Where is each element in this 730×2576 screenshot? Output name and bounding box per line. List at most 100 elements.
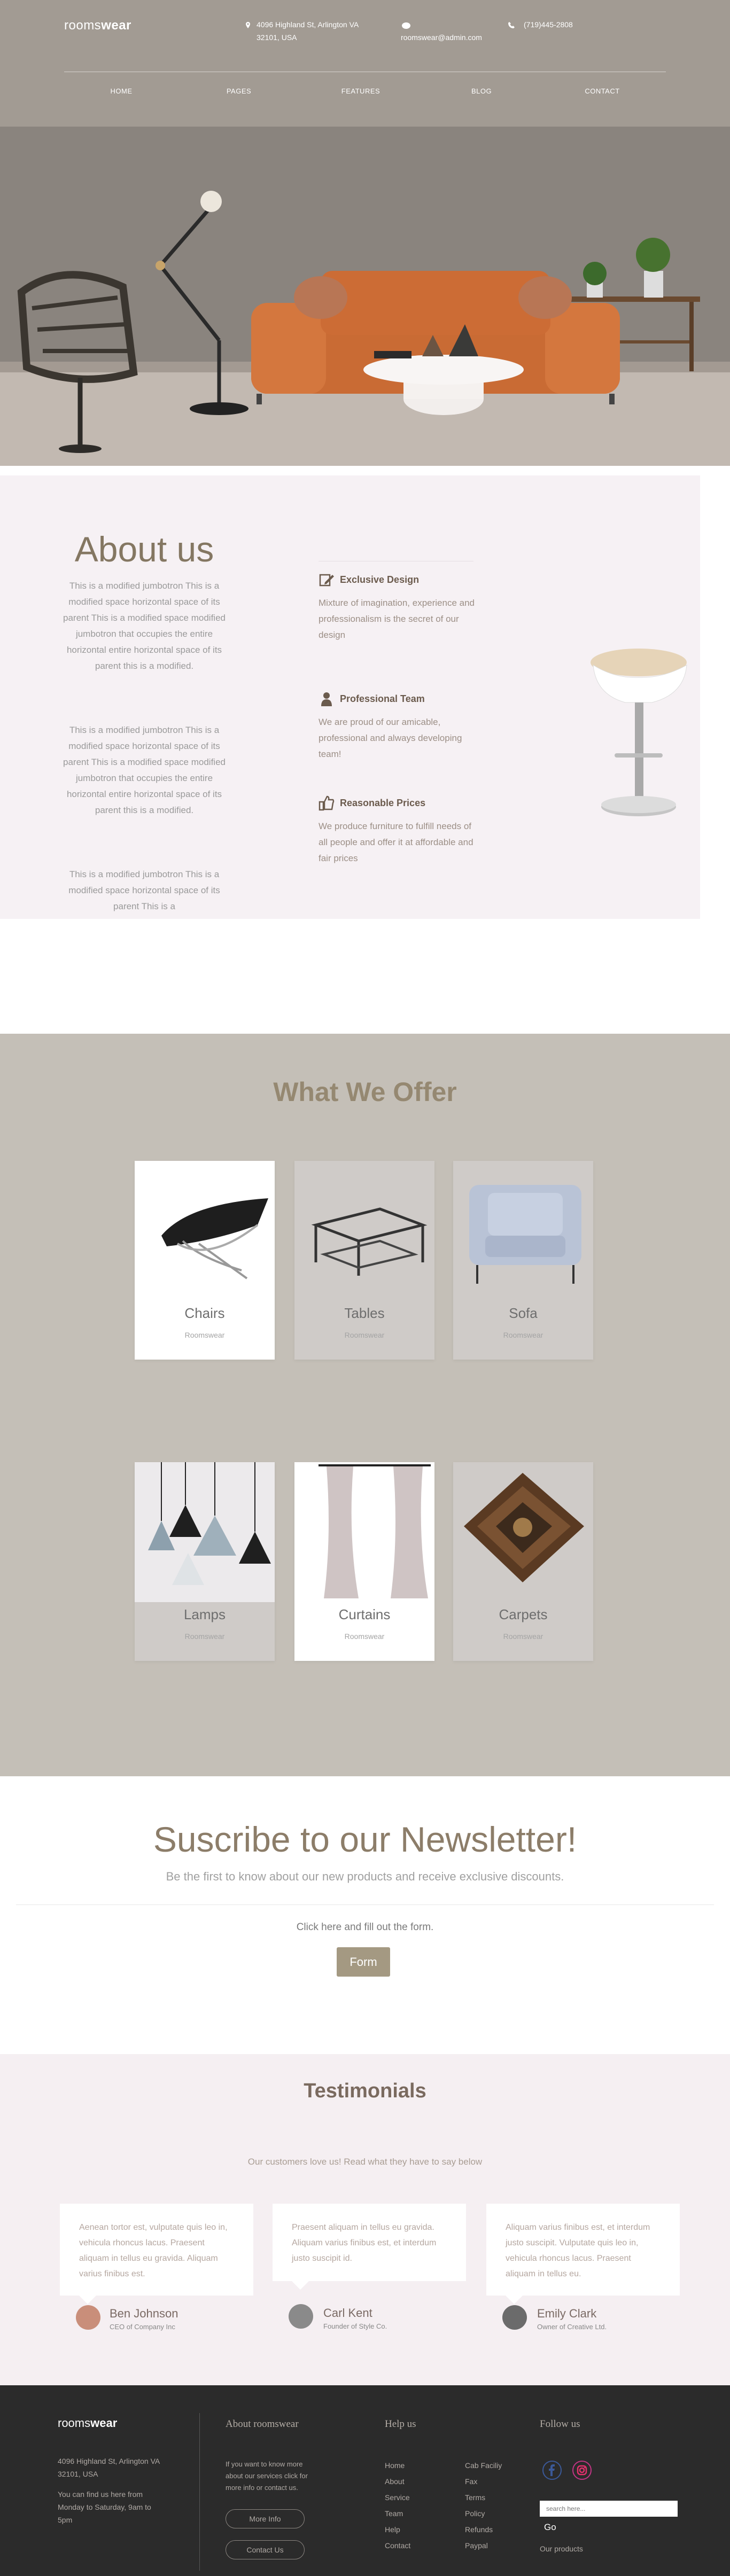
testimonials-section: Testimonials Our customers love us! Read… [0, 2054, 730, 2385]
table-icon [294, 1161, 434, 1301]
site-header: roomswear 4096 Highland St, Arlington VA… [0, 0, 730, 127]
footer-link-team[interactable]: Team [385, 2509, 403, 2518]
header-phone[interactable]: (719)445-2808 [524, 18, 573, 31]
footer-hours: You can find us here from Monday to Satu… [58, 2490, 151, 2524]
about-paragraph-1: This is a modified jumbotron This is a m… [63, 581, 226, 671]
footer-link-refunds[interactable]: Refunds [465, 2525, 493, 2534]
site-footer: roomswear 4096 Highland St, Arlington VA… [0, 2385, 730, 2576]
footer-follow-heading: Follow us [540, 2418, 580, 2430]
card-lamps[interactable]: Lamps Roomswear [135, 1462, 275, 1661]
card-sofa[interactable]: Sofa Roomswear [453, 1161, 593, 1360]
footer-about-heading: About roomswear [226, 2418, 299, 2430]
card-title: Sofa [509, 1305, 538, 1321]
footer-help-heading: Help us [385, 2418, 416, 2430]
card-title: Chairs [184, 1305, 225, 1321]
address-line-1: 4096 Highland St, Arlington VA [257, 20, 359, 29]
footer-search-input[interactable] [540, 2501, 678, 2517]
card-curtains[interactable]: Curtains Roomswear [294, 1462, 434, 1661]
nav-pages[interactable]: PAGES [207, 87, 271, 95]
lamp-icon [135, 1462, 275, 1602]
facebook-icon[interactable] [542, 2460, 562, 2480]
testimonial-name: Emily Clark [537, 2307, 597, 2320]
feature-exclusive-design: Exclusive Design Mixture of imagination,… [319, 572, 479, 643]
logo-light: rooms [58, 2416, 91, 2430]
instagram-icon[interactable] [572, 2460, 592, 2480]
feature-text: We produce furniture to fulfill needs of… [319, 821, 473, 863]
feature-title: Professional Team [340, 693, 425, 704]
footer-link-service[interactable]: Service [385, 2493, 410, 2502]
feature-text: We are proud of our amicable, profession… [319, 717, 462, 759]
card-subtitle: Roomswear [503, 1632, 543, 1641]
nav-home[interactable]: HOME [89, 87, 153, 95]
feature-professional-team: Professional Team We are proud of our am… [319, 691, 479, 762]
footer-link-about[interactable]: About [385, 2477, 405, 2486]
footer-address: 4096 Highland St, Arlington VA 32101, US… [58, 2457, 160, 2478]
nav-blog[interactable]: BLOG [449, 87, 514, 95]
footer-link-help[interactable]: Help [385, 2525, 400, 2534]
footer-link-home[interactable]: Home [385, 2461, 405, 2470]
logo-bold: wear [90, 2416, 118, 2430]
testimonial-role: Founder of Style Co. [323, 2322, 387, 2330]
logo-bold: wear [101, 18, 131, 33]
form-button[interactable]: Form [337, 1947, 390, 1977]
hero-banner [0, 127, 730, 466]
footer-search-go-button[interactable]: Go [544, 2522, 556, 2533]
testimonial-role: CEO of Company Inc [110, 2323, 175, 2331]
about-paragraph-3: This is a modified jumbotron This is a m… [68, 869, 220, 911]
footer-link-terms[interactable]: Terms [465, 2493, 485, 2502]
testimonial-role: Owner of Creative Ltd. [537, 2323, 607, 2331]
footer-link-our-products[interactable]: Our products [540, 2544, 583, 2553]
location-pin-icon [246, 22, 250, 28]
avatar [76, 2305, 100, 2330]
chair-icon [135, 1161, 275, 1301]
testimonial-quote: Praesent aliquam in tellus eu gravida. A… [273, 2204, 466, 2290]
card-chairs[interactable]: Chairs Roomswear [135, 1161, 275, 1360]
carpet-icon [453, 1462, 593, 1602]
card-tables[interactable]: Tables Roomswear [294, 1161, 434, 1360]
footer-link-contact[interactable]: Contact [385, 2541, 410, 2550]
header-address: 4096 Highland St, Arlington VA 32101, US… [257, 18, 359, 44]
curtain-icon [294, 1462, 434, 1602]
nav-contact[interactable]: CONTACT [570, 87, 634, 95]
edit-icon [319, 574, 334, 587]
offer-title: What We Offer [273, 1077, 457, 1107]
newsletter-title: Suscribe to our Newsletter! [153, 1820, 577, 1859]
card-title: Carpets [499, 1606, 548, 1622]
footer-link-cab-facility[interactable]: Cab Faciliy [465, 2461, 502, 2470]
nav-features[interactable]: FEATURES [329, 87, 393, 95]
card-subtitle: Roomswear [344, 1632, 385, 1641]
testimonial-name: Carl Kent [323, 2306, 372, 2320]
feature-title: Exclusive Design [340, 574, 420, 585]
thumbs-up-icon [319, 795, 335, 811]
card-subtitle: Roomswear [184, 1632, 225, 1641]
testimonial-name: Ben Johnson [110, 2307, 178, 2320]
newsletter-cta-text: Click here and fill out the form. [296, 1922, 434, 1933]
footer-link-policy[interactable]: Policy [465, 2509, 485, 2518]
card-subtitle: Roomswear [503, 1331, 543, 1339]
about-title: About us [74, 529, 214, 569]
card-title: Curtains [338, 1606, 391, 1622]
card-carpets[interactable]: Carpets Roomswear [453, 1462, 593, 1661]
email-icon [402, 22, 410, 29]
feature-text: Mixture of imagination, experience and p… [319, 598, 475, 640]
site-logo[interactable]: roomswear [64, 18, 131, 33]
bar-stool-image [591, 649, 687, 816]
footer-link-fax[interactable]: Fax [465, 2477, 477, 2486]
logo-light: rooms [64, 18, 102, 33]
about-paragraph-2: This is a modified jumbotron This is a m… [63, 725, 226, 815]
more-info-button[interactable]: More Info [226, 2509, 305, 2528]
contact-us-button[interactable]: Contact Us [226, 2540, 305, 2559]
card-title: Tables [344, 1305, 385, 1321]
avatar [502, 2305, 527, 2330]
footer-link-paypal[interactable]: Paypal [465, 2541, 488, 2550]
footer-logo[interactable]: roomswear [58, 2416, 117, 2430]
feature-title: Reasonable Prices [340, 798, 426, 808]
person-icon [321, 692, 332, 706]
feature-reasonable-prices: Reasonable Prices We produce furniture t… [319, 795, 479, 867]
about-section: About us This is a modified jumbotron Th… [0, 475, 700, 919]
testimonials-subtitle: Our customers love us! Read what they ha… [247, 2157, 483, 2167]
card-subtitle: Roomswear [344, 1331, 385, 1339]
header-email[interactable]: roomswear@admin.com [401, 31, 482, 44]
newsletter-section: Suscribe to our Newsletter! Be the first… [0, 1776, 730, 2054]
phone-icon [508, 22, 515, 28]
